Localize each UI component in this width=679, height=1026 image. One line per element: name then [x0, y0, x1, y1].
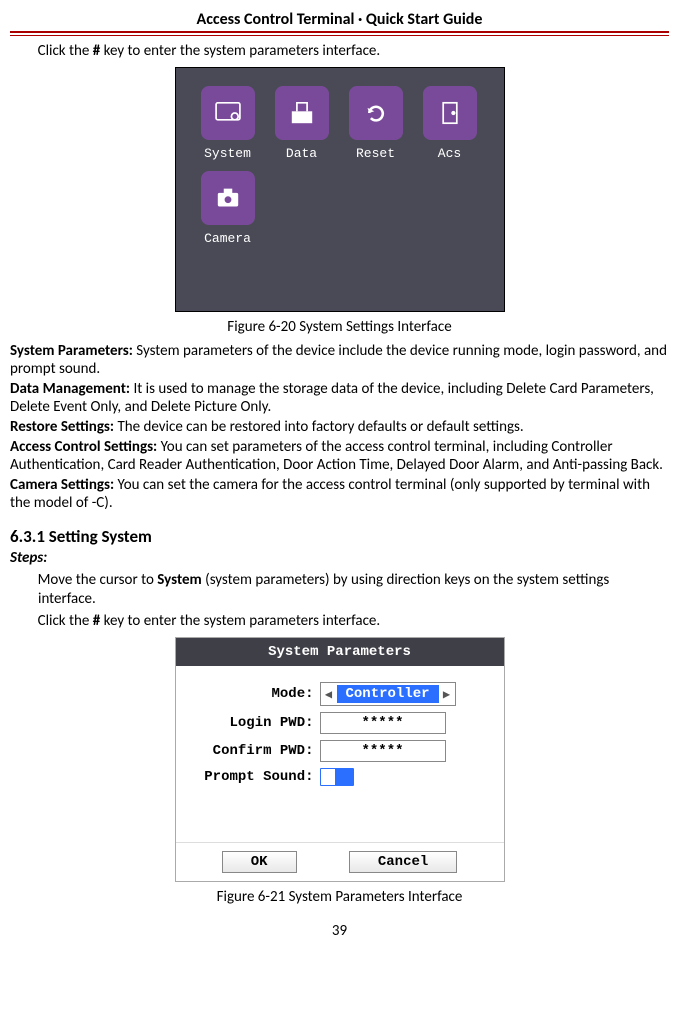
row-mode: Mode: ◀ Controller ▶: [194, 682, 486, 706]
prompt-sound-toggle[interactable]: [320, 768, 354, 786]
camera-icon: [201, 171, 255, 225]
door-icon: [423, 86, 477, 140]
system-parameters-screen: System Parameters Mode: ◀ Controller ▶ L…: [175, 637, 505, 882]
tile-label: Reset: [356, 146, 395, 161]
tile-data[interactable]: Data: [270, 86, 334, 161]
monitor-gear-icon: [201, 86, 255, 140]
button-bar: OK Cancel: [176, 842, 504, 881]
definition-item: Data Management: It is used to manage th…: [10, 380, 669, 416]
login-pwd-label: Login PWD:: [194, 715, 320, 731]
header-rule: [10, 31, 669, 36]
definition-item: Camera Settings: You can set the camera …: [10, 476, 669, 512]
confirm-pwd-label: Confirm PWD:: [194, 743, 320, 759]
cancel-button[interactable]: Cancel: [349, 851, 457, 873]
chevron-right-icon[interactable]: ▶: [439, 687, 455, 702]
row-login-pwd: Login PWD: *****: [194, 712, 486, 734]
row-prompt-sound: Prompt Sound:: [194, 768, 486, 786]
login-pwd-input[interactable]: *****: [320, 712, 446, 734]
step-number: 2.: [10, 42, 24, 61]
prompt-sound-label: Prompt Sound:: [194, 769, 320, 785]
tile-system[interactable]: System: [196, 86, 260, 161]
refresh-icon: [349, 86, 403, 140]
tile-reset[interactable]: Reset: [344, 86, 408, 161]
page-header-title: Access Control Terminal · Quick Start Gu…: [10, 10, 669, 31]
figure-2-caption: Figure 6-21 System Parameters Interface: [10, 888, 669, 906]
ok-button[interactable]: OK: [222, 851, 297, 873]
step-item: 1. Move the cursor to System (system par…: [10, 571, 669, 609]
system-settings-screen: System Data Reset: [175, 67, 505, 312]
tile-label: Camera: [204, 231, 251, 246]
step-item: 2. Click the # key to enter the system p…: [10, 612, 669, 631]
definition-item: Access Control Settings: You can set par…: [10, 438, 669, 474]
figure-1: System Data Reset: [10, 67, 669, 312]
definition-item: Restore Settings: The device can be rest…: [10, 418, 669, 436]
steps-label: Steps:: [10, 549, 669, 567]
step-text-pre: Click the: [38, 42, 93, 60]
confirm-pwd-input[interactable]: *****: [320, 740, 446, 762]
mode-select[interactable]: ◀ Controller ▶: [320, 682, 456, 706]
tile-acs[interactable]: Acs: [418, 86, 482, 161]
figure-2: System Parameters Mode: ◀ Controller ▶ L…: [10, 637, 669, 882]
tile-label: Data: [286, 146, 317, 161]
dialog-title: System Parameters: [176, 638, 504, 666]
intro-step: 2. Click the # key to enter the system p…: [10, 42, 669, 61]
inbox-icon: [275, 86, 329, 140]
mode-label: Mode:: [194, 686, 320, 702]
tile-label: System: [204, 146, 251, 161]
page-number: 39: [10, 922, 669, 950]
step-text-post: key to enter the system parameters inter…: [100, 42, 380, 60]
form-area: Mode: ◀ Controller ▶ Login PWD: ***** Co…: [176, 666, 504, 842]
definition-item: System Parameters: System parameters of …: [10, 342, 669, 378]
tile-camera[interactable]: Camera: [196, 171, 260, 246]
figure-1-caption: Figure 6-20 System Settings Interface: [10, 318, 669, 336]
chevron-left-icon[interactable]: ◀: [321, 687, 337, 702]
section-heading: 6.3.1 Setting System: [10, 526, 669, 547]
tile-label: Acs: [438, 146, 461, 161]
row-confirm-pwd: Confirm PWD: *****: [194, 740, 486, 762]
mode-value: Controller: [337, 685, 439, 703]
